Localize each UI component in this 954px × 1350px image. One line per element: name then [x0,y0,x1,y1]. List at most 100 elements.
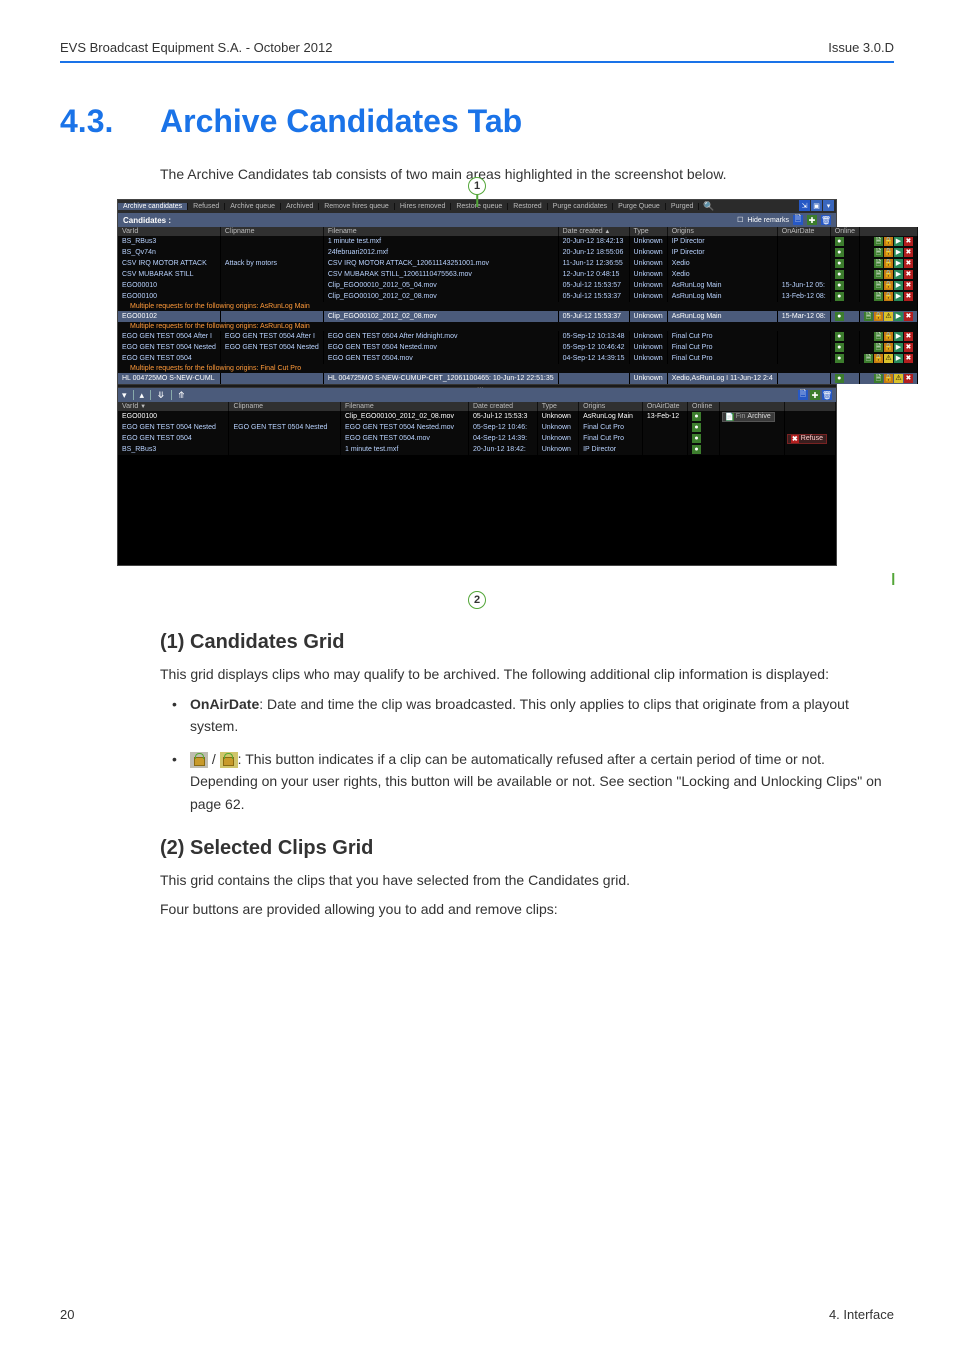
row-action-icon[interactable]: ▶ [894,259,903,268]
row-action-icon[interactable]: 🗎 [874,259,883,268]
table-row[interactable]: BS_RBus31 minute test.mxf20-Jun-12 18:42… [118,236,917,247]
tab-hires-removed[interactable]: Hires removed [395,203,452,210]
row-action-icon[interactable]: ✖ [904,343,913,352]
row-action-icon[interactable]: 🔒 [884,281,893,290]
col2-clipname[interactable]: Clipname [229,402,341,411]
col-varid[interactable]: VarId [118,227,220,236]
icon-box-1[interactable]: ⇲ [799,200,810,211]
table-row[interactable]: EGO GEN TEST 0504 NestedEGO GEN TEST 050… [118,342,917,353]
row-action-icon[interactable]: 🗎 [874,292,883,301]
row-action-icon[interactable]: ▶ [894,312,903,321]
candidates-grid[interactable]: VarIdClipnameFilenameDate createdTypeOri… [118,227,918,384]
row-action-icon[interactable]: ✖ [904,354,913,363]
col-online[interactable]: Online [830,227,859,236]
row-action-icon[interactable]: ▶ [894,343,903,352]
table-row[interactable]: CSV IRQ MOTOR ATTACKAttack by motorsCSV … [118,258,917,269]
col-filename[interactable]: Filename [323,227,558,236]
tab-purged[interactable]: Purged [666,203,700,210]
row-action-icon[interactable]: ⚠ [894,374,903,383]
archive-button[interactable]: 📄Fin Archive [722,412,775,422]
col2-type[interactable]: Type [537,402,578,411]
icon-box-3[interactable]: ▾ [823,200,834,211]
move-up-icon[interactable]: ▴ [140,390,145,401]
col2-actions[interactable] [784,402,835,411]
col-type[interactable]: Type [629,227,667,236]
col2-filename[interactable]: Filename [340,402,468,411]
row-action-icon[interactable]: ✖ [904,312,913,321]
row-action-icon[interactable]: ▶ [894,237,903,246]
search-icon[interactable]: 🔍 [703,201,714,212]
table-row[interactable]: EGO GEN TEST 0504 After IEGO GEN TEST 05… [118,331,917,342]
row-action-icon[interactable]: ⚠ [884,354,893,363]
row-action-icon[interactable]: 🔒 [884,248,893,257]
tab-remove-hires-queue[interactable]: Remove hires queue [319,203,395,210]
table-row[interactable]: EGO00100Clip_EGO00100_2012_02_08.mov05-J… [118,411,836,422]
tab-archive-queue[interactable]: Archive queue [225,203,281,210]
move-down-icon[interactable]: ▾ [122,390,127,401]
row-action-icon[interactable]: 🔒 [884,259,893,268]
toolbar-icon-trash[interactable]: 🗑 [822,390,832,400]
move-all-up-icon[interactable]: ⤊ [178,390,186,401]
tab-archive-candidates[interactable]: Archive candidates [118,203,188,210]
table-row[interactable]: EGO GEN TEST 0504EGO GEN TEST 0504.mov04… [118,433,836,444]
col-origins[interactable]: Origins [667,227,777,236]
table-row[interactable]: HL 004725MO S-NEW-CUMLHL 004725MO S-NEW-… [118,373,917,384]
tab-refused[interactable]: Refused [188,203,225,210]
col2-varid[interactable]: VarId ▼ [118,402,229,411]
selected-clips-grid[interactable]: VarId ▼ClipnameFilenameDate createdTypeO… [118,402,836,455]
row-action-icon[interactable]: ▶ [894,332,903,341]
col2-origins[interactable]: Origins [579,402,643,411]
row-action-icon[interactable]: 🔒 [884,237,893,246]
table-row[interactable]: CSV MUBARAK STILLCSV MUBARAK STILL_12061… [118,269,917,280]
row-action-icon[interactable]: 🔒 [884,270,893,279]
row-action-icon[interactable]: 🗎 [874,237,883,246]
row-action-icon[interactable]: 🔒 [884,343,893,352]
icon-box-2[interactable]: ▣ [811,200,822,211]
row-action-icon[interactable]: 🔒 [874,354,883,363]
col2-onairdate[interactable]: OnAirDate [642,402,687,411]
col2-date-created[interactable]: Date created [468,402,537,411]
table-row[interactable]: BS_Qv74n24februari2012.mxf20-Jun-12 18:5… [118,247,917,258]
header-icon-note[interactable]: 🗎 [793,215,803,225]
row-action-icon[interactable]: ✖ [904,374,913,383]
tab-purge-candidates[interactable]: Purge candidates [548,203,613,210]
row-action-icon[interactable]: 🗎 [874,332,883,341]
row-action-icon[interactable]: 🗎 [864,312,873,321]
toolbar-icon-add[interactable]: ✚ [810,390,820,400]
table-row[interactable]: EGO00102Clip_EGO00102_2012_02_08.mov05-J… [118,311,917,322]
col-actions[interactable] [859,227,917,236]
toolbar-icon-note[interactable]: 🗎 [798,390,808,400]
table-row[interactable]: EGO00010Clip_EGO00010_2012_05_04.mov05-J… [118,280,917,291]
col-clipname[interactable]: Clipname [220,227,323,236]
refuse-button[interactable]: ✖ Refuse [787,434,827,444]
table-row[interactable]: EGO00100Clip_EGO00100_2012_02_08.mov05-J… [118,291,917,302]
tab-restored[interactable]: Restored [508,203,547,210]
col2-online[interactable]: Online [688,402,720,411]
row-action-icon[interactable]: 🔒 [874,312,883,321]
row-action-icon[interactable]: ⚠ [884,312,893,321]
row-action-icon[interactable]: ✖ [904,332,913,341]
row-action-icon[interactable]: 🔒 [884,374,893,383]
row-action-icon[interactable]: ✖ [904,259,913,268]
row-action-icon[interactable]: 🗎 [864,354,873,363]
row-action-icon[interactable]: ▶ [894,248,903,257]
row-action-icon[interactable]: ✖ [904,270,913,279]
row-action-icon[interactable]: 🗎 [874,374,883,383]
row-action-icon[interactable]: ▶ [894,270,903,279]
row-action-icon[interactable]: 🗎 [874,281,883,290]
row-action-icon[interactable]: ✖ [904,248,913,257]
header-icon-trash[interactable]: 🗑 [821,215,831,225]
tab-restore-queue[interactable]: Restore queue [451,203,508,210]
row-action-icon[interactable]: ✖ [904,237,913,246]
tab-purge-queue[interactable]: Purge Queue [613,203,666,210]
row-action-icon[interactable]: ▶ [894,354,903,363]
row-action-icon[interactable]: ▶ [894,292,903,301]
col2-actions[interactable] [719,402,784,411]
table-row[interactable]: BS_RBus31 minute test.mxf20-Jun-12 18:42… [118,444,836,455]
table-row[interactable]: EGO GEN TEST 0504 NestedEGO GEN TEST 050… [118,422,836,433]
table-row[interactable]: EGO GEN TEST 0504EGO GEN TEST 0504.mov04… [118,353,917,364]
hide-remarks-checkbox[interactable]: ☐ [737,216,743,224]
row-action-icon[interactable]: 🗎 [874,248,883,257]
row-action-icon[interactable]: ✖ [904,292,913,301]
header-icon-add[interactable]: ✚ [807,215,817,225]
